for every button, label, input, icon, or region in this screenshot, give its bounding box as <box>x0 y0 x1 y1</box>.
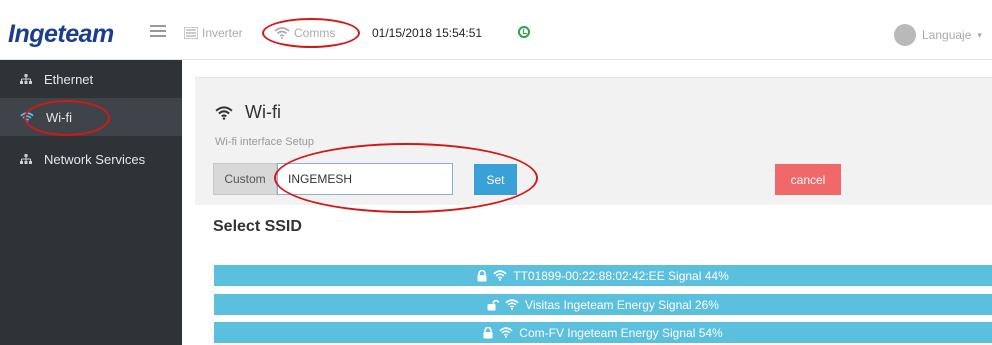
wifi-icon <box>20 111 34 123</box>
main-content: Wi-fi Wi-fi interface Setup Custom Set c… <box>182 60 992 345</box>
page-subtitle: Wi-fi interface Setup <box>215 136 315 148</box>
brand-logo[interactable]: Ingeteam <box>8 20 114 49</box>
hamburger-menu-icon[interactable] <box>150 25 166 37</box>
ssid-text: Com-FV Ingeteam Energy Signal 54% <box>519 325 723 340</box>
ssid-input[interactable] <box>277 163 453 195</box>
lock-icon <box>483 326 493 339</box>
wifi-icon <box>274 27 290 39</box>
unlock-icon <box>487 299 500 311</box>
ssid-list-item[interactable]: TT01899-00:22:88:02:42:EE Signal 44% <box>214 265 992 286</box>
language-label: Languaje <box>922 28 972 42</box>
select-ssid-heading: Select SSID <box>213 218 302 235</box>
nav-comms-label: Comms <box>294 26 336 40</box>
ssid-text: Visitas Ingeteam Energy Signal 26% <box>525 297 719 312</box>
set-button[interactable]: Set <box>474 164 517 195</box>
language-selector[interactable]: Languaje ▾ <box>894 24 982 46</box>
wifi-icon <box>215 105 233 120</box>
page-title: Wi-fi <box>215 102 281 123</box>
ssid-list-item[interactable]: Com-FV Ingeteam Energy Signal 54% <box>214 322 992 343</box>
sidebar-item-wifi[interactable]: Wi-fi <box>0 98 182 136</box>
wifi-icon <box>505 299 519 310</box>
sidebar-item-label: Wi-fi <box>46 109 72 125</box>
page-title-text: Wi-fi <box>245 102 281 122</box>
top-bar: Ingeteam Inverter Comms 01/15/2018 15:54… <box>0 0 992 60</box>
clock-icon <box>518 26 530 38</box>
network-icon <box>20 154 32 164</box>
language-avatar-icon <box>894 24 916 46</box>
sidebar-item-ethernet[interactable]: Ethernet <box>0 60 182 98</box>
network-icon <box>20 74 32 84</box>
ssid-text: TT01899-00:22:88:02:42:EE Signal 44% <box>513 268 729 283</box>
datetime-display: 01/15/2018 15:54:51 <box>372 26 483 40</box>
sidebar-item-label: Network Services <box>44 151 146 167</box>
wifi-icon <box>499 327 513 338</box>
chevron-down-icon: ▾ <box>977 29 982 40</box>
nav-comms[interactable]: Comms <box>274 26 335 40</box>
custom-label: Custom <box>213 163 277 195</box>
sidebar-item-label: Ethernet <box>44 71 94 87</box>
nav-inverter[interactable]: Inverter <box>184 26 243 40</box>
wifi-icon <box>493 270 507 281</box>
list-icon <box>184 27 198 39</box>
nav-inverter-label: Inverter <box>202 26 243 40</box>
ssid-list-item[interactable]: Visitas Ingeteam Energy Signal 26% <box>214 294 992 315</box>
sidebar-item-network-services[interactable]: Network Services <box>0 140 182 178</box>
sidebar: Ethernet Wi-fi Network Services <box>0 60 182 345</box>
cancel-button[interactable]: cancel <box>775 164 841 195</box>
lock-icon <box>477 269 487 282</box>
